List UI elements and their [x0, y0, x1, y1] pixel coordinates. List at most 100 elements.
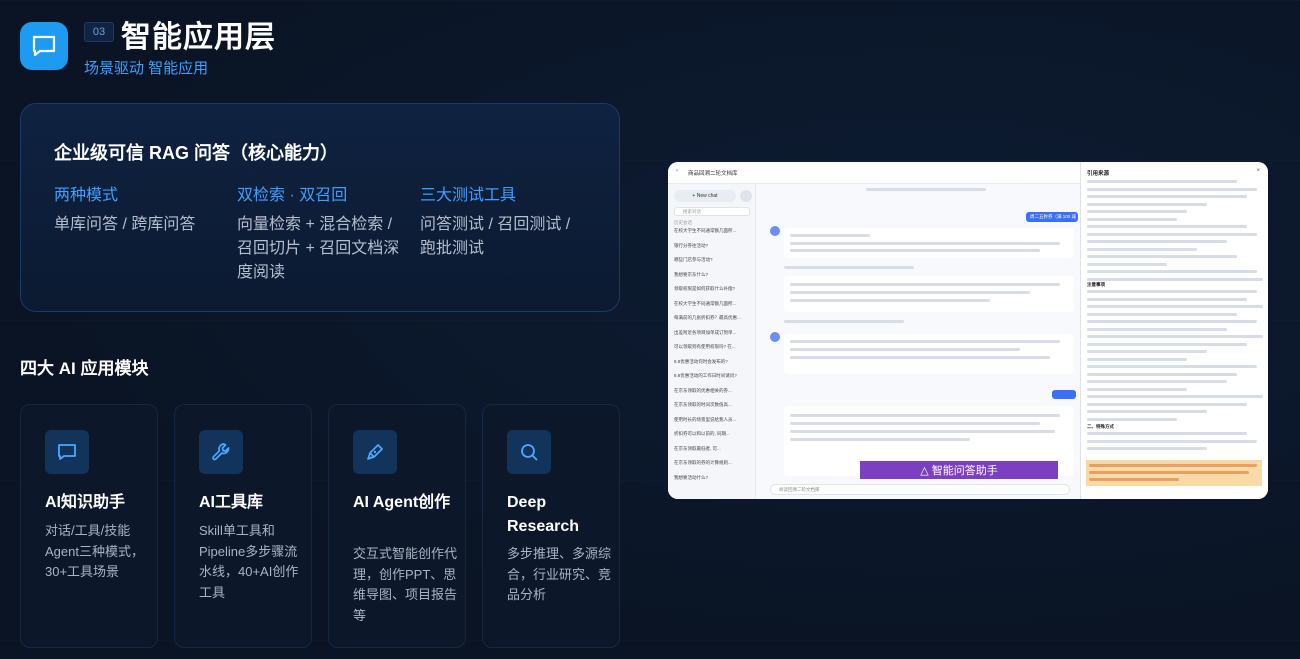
sidebar-section-label: 历史会话 — [674, 220, 692, 225]
panel-text-line — [1087, 277, 1263, 281]
modules-title: 四大 AI 应用模块 — [20, 359, 149, 378]
rag-col-title: 三大测试工具 — [420, 187, 517, 204]
new-chat-button[interactable]: + New chat — [674, 190, 736, 202]
rag-col-testing: 三大测试工具 问答测试 / 召回测试 / 跑批测试 — [420, 181, 590, 261]
sidebar-history-item[interactable]: 哪些门店参与活动? — [674, 257, 750, 266]
module-card-agent[interactable]: AI Agent创作 交互式智能创作代理，创作PPT、思维导图、项目报告等 — [328, 404, 466, 648]
screenshot-sidebar: + New chat 搜索对话 历史会话 在校大学生不同通常额几面所... 银行分… — [668, 184, 756, 499]
panel-text-line — [1087, 342, 1247, 346]
module-card-tools[interactable]: AI工具库 Skill单工具和Pipeline多步骤流水线，40+AI创作工具 — [174, 404, 312, 648]
panel-text-line — [1087, 410, 1207, 413]
panel-text-line — [1087, 320, 1257, 323]
panel-text-line — [1087, 195, 1247, 198]
chat-meta-line — [866, 188, 986, 191]
collapse-icon[interactable] — [740, 190, 752, 202]
sidebar-history-item[interactable]: 每满前的几张折扣券？最高优惠... — [674, 315, 750, 324]
sidebar-history-item[interactable]: 领取权限是如何获取什么补偿? — [674, 286, 750, 295]
assistant-answer-block — [784, 228, 1074, 258]
rag-card: 企业级可信 RAG 问答（核心能力） 两种模式 单库问答 / 跨库问答 双检索 … — [20, 103, 620, 312]
rag-col-retrieval: 双检索 · 双召回 向量检索 + 混合检索 / 召回切片 + 召回文档深度阅读 — [237, 181, 407, 285]
pen-icon — [353, 430, 397, 474]
sidebar-history-item[interactable]: 出差附近各项目加单成订到单... — [674, 330, 750, 339]
panel-text-line — [1087, 402, 1247, 406]
assistant-avatar — [770, 332, 780, 342]
sidebar-history-item[interactable]: 在京东领取的券的计算规则... — [674, 460, 750, 469]
screenshot-reference-panel: 引用来源 × 注意事项 二、特殊方式 — [1080, 162, 1268, 499]
panel-text-line — [1087, 387, 1187, 391]
close-icon[interactable]: × — [1256, 168, 1260, 174]
sidebar-history-item[interactable]: 8.8优惠活动的工作日时间请问? — [674, 373, 750, 382]
sidebar-history-item[interactable]: 使用时长的场景里说给我人员... — [674, 417, 750, 426]
panel-text-line — [1087, 350, 1207, 353]
rag-col-title: 两种模式 — [54, 187, 119, 204]
assistant-avatar — [770, 226, 780, 236]
panel-text-line — [1087, 240, 1227, 243]
sidebar-history-item[interactable]: 在京东领取的优惠相关的券... — [674, 388, 750, 397]
chat-input[interactable]: 阅读回溯二轮文档库 — [770, 484, 1070, 495]
sidebar-history-item[interactable]: 可以领取到有使用权限吗? 在... — [674, 344, 750, 353]
module-desc: Skill单工具和Pipeline多步骤流水线，40+AI创作工具 — [199, 523, 299, 600]
user-message-bubble: 周二五秒券（满 100 减 — [1026, 212, 1078, 222]
sidebar-history-item[interactable]: 我想要活动什么? — [674, 475, 750, 484]
panel-text-line — [1087, 395, 1263, 398]
module-title: AI Agent创作 — [353, 494, 451, 511]
panel-section: 二、特殊方式 — [1087, 424, 1114, 429]
panel-text-line — [1087, 312, 1237, 316]
panel-text-line — [1087, 202, 1207, 206]
sidebar-search-input[interactable]: 搜索对话 — [674, 207, 750, 216]
panel-text-line — [1087, 417, 1177, 421]
sidebar-history-item[interactable]: 在京东领取的时间次数值高... — [674, 402, 750, 411]
rag-col-desc: 向量检索 + 混合检索 / 召回切片 + 召回文档深度阅读 — [237, 216, 400, 281]
panel-section: 注意事项 — [1087, 282, 1105, 287]
panel-text-line — [1087, 380, 1227, 383]
panel-text-line — [1087, 305, 1263, 308]
chat-bubble-icon — [20, 22, 68, 70]
sidebar-history-item[interactable]: 在校大学生不同通常额几面所... — [674, 301, 750, 310]
sidebar-history-item[interactable]: 在京东领取最低者, 可... — [674, 446, 750, 455]
panel-text-line — [1087, 232, 1257, 236]
module-card-knowledge[interactable]: AI知识助手 对话/工具/技能Agent三种模式，30+工具场景 — [20, 404, 158, 648]
panel-text-line — [1087, 187, 1257, 191]
panel-text-line — [1087, 327, 1227, 331]
module-card-research[interactable]: Deep Research 多步推理、多源综合，行业研究、竞品分析 — [482, 404, 620, 648]
panel-text-line — [1087, 447, 1207, 450]
highlighted-passage — [1086, 460, 1262, 486]
panel-text-line — [1087, 262, 1167, 266]
module-desc: 多步推理、多源综合，行业研究、竞品分析 — [507, 546, 612, 602]
panel-text-line — [1087, 297, 1247, 301]
panel-text-line — [1087, 247, 1197, 251]
screenshot-topbar: ‹ 商品回溯二轮文档库 — [668, 162, 1080, 184]
page-title: 智能应用层 — [121, 21, 276, 54]
sidebar-history-item[interactable]: 我想要京东什么? — [674, 272, 750, 281]
sidebar-history-item[interactable]: 折扣券可以和以前的, 同期... — [674, 431, 750, 440]
window-title: 商品回溯二轮文档库 — [688, 171, 738, 177]
rag-col-modes: 两种模式 单库问答 / 跨库问答 — [54, 181, 224, 237]
panel-text-line — [1087, 180, 1237, 183]
search-icon — [507, 430, 551, 474]
panel-text-line — [1087, 365, 1257, 368]
panel-text-line — [1087, 210, 1187, 213]
chat-icon — [45, 430, 89, 474]
panel-text-line — [1087, 372, 1237, 376]
panel-text-line — [1087, 217, 1177, 221]
panel-text-line — [1087, 225, 1247, 228]
rag-col-desc: 单库问答 / 跨库问答 — [54, 216, 196, 233]
user-message-bubble-2 — [1052, 390, 1076, 399]
panel-text-line — [1087, 290, 1257, 293]
rag-col-title: 双检索 · 双召回 — [237, 187, 348, 204]
panel-text-line — [1087, 357, 1187, 361]
chat-meta-line — [784, 320, 904, 323]
module-title: Deep Research — [507, 494, 580, 535]
sidebar-history-item[interactable]: 8.8优惠活动何时会发布的? — [674, 359, 750, 368]
back-icon[interactable]: ‹ — [676, 168, 678, 174]
panel-text-line — [1087, 270, 1257, 273]
panel-text-line — [1087, 255, 1237, 258]
screenshot-chat: 周二五秒券（满 100 减 阅读回溯二轮文档库 — [756, 184, 1080, 499]
rag-title: 企业级可信 RAG 问答（核心能力） — [54, 143, 338, 163]
panel-text-line — [1087, 439, 1257, 443]
module-desc: 对话/工具/技能Agent三种模式，30+工具场景 — [45, 523, 144, 579]
sidebar-history-item[interactable]: 银行分券往活动? — [674, 243, 750, 252]
rag-col-desc: 问答测试 / 召回测试 / 跑批测试 — [420, 216, 571, 257]
module-title: AI工具库 — [199, 494, 264, 511]
sidebar-history-item[interactable]: 在校大学生不同通常额几面所... — [674, 228, 750, 237]
